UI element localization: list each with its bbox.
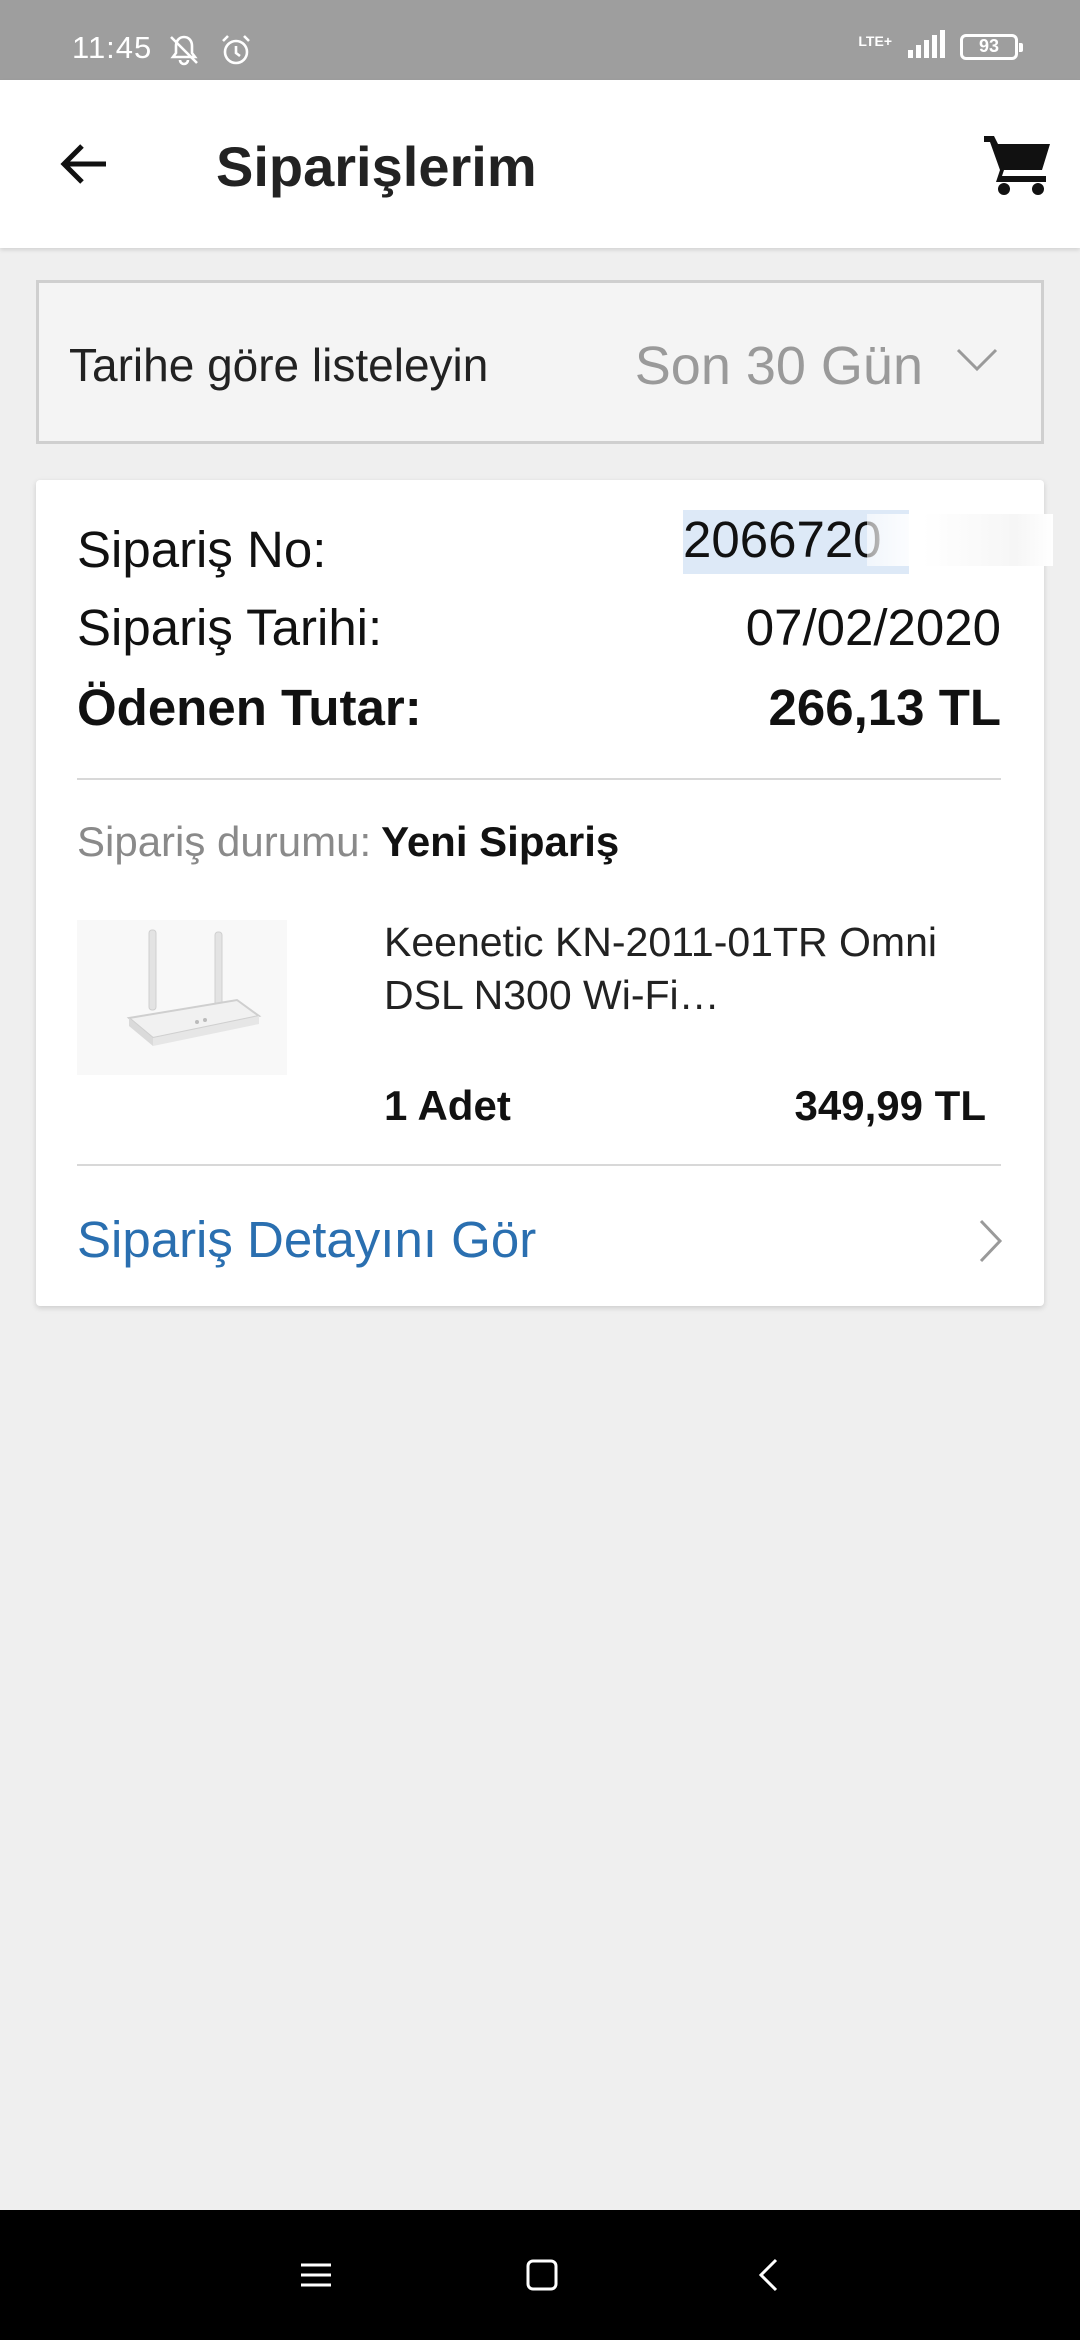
signal-icon <box>906 30 946 63</box>
order-date-row: Sipariş Tarihi: 07/02/2020 <box>77 598 1001 668</box>
back-button[interactable] <box>48 128 120 200</box>
date-filter-dropdown[interactable]: Tarihe göre listeleyin Son 30 Gün <box>36 280 1044 444</box>
menu-icon <box>301 2263 331 2287</box>
status-bar: 11:45 LTE+ 93 <box>0 0 1080 80</box>
order-number-row: Sipariş No: 2066720 <box>77 510 1053 590</box>
view-order-detail-link[interactable]: Sipariş Detayını Gör <box>36 1166 1044 1306</box>
order-status-value: Yeni Sipariş <box>381 818 620 865</box>
filter-label: Tarihe göre listeleyin <box>69 339 489 391</box>
view-order-detail-label: Sipariş Detayını Gör <box>77 1211 537 1268</box>
chevron-right-icon <box>979 1219 1003 1263</box>
order-number-redaction <box>867 514 1053 566</box>
status-icons-left <box>166 32 254 73</box>
network-type: LTE+ <box>858 32 892 49</box>
page-title: Siparişlerim <box>216 135 537 198</box>
order-card: Sipariş No: 2066720 Sipariş Tarihi: 07/0… <box>36 480 1053 1306</box>
status-icons-right: LTE+ 93 <box>858 30 1023 63</box>
order-status: Sipariş durumu: Yeni Sipariş <box>77 818 619 866</box>
chevron-left-icon <box>758 2258 778 2292</box>
home-button[interactable] <box>512 2245 572 2305</box>
back-nav-button[interactable] <box>738 2245 798 2305</box>
cart-icon <box>984 136 1050 195</box>
paid-amount-value: 266,13 TL <box>768 679 1001 736</box>
app-bar: Siparişlerim <box>0 80 1080 248</box>
product-image[interactable] <box>77 920 287 1075</box>
paid-amount-label: Ödenen Tutar: <box>77 679 422 736</box>
system-nav-bar <box>0 2210 1080 2340</box>
notifications-muted-icon <box>166 32 202 73</box>
chevron-down-icon <box>956 348 998 372</box>
square-icon <box>526 2259 558 2291</box>
alarm-icon <box>218 32 254 73</box>
filter-selected-value: Son 30 Gün <box>634 336 923 396</box>
order-number-label: Sipariş No: <box>77 521 327 578</box>
order-date-value: 07/02/2020 <box>745 599 1001 656</box>
product-name[interactable]: Keenetic KN-2011-01TR Omni DSL N300 Wi-F… <box>384 916 984 1022</box>
battery-level: 93 <box>978 36 1000 56</box>
order-date-label: Sipariş Tarihi: <box>77 599 383 656</box>
recent-apps-button[interactable] <box>286 2245 346 2305</box>
battery-icon: 93 <box>960 33 1023 60</box>
cart-button[interactable] <box>980 126 1056 202</box>
status-time: 11:45 <box>72 30 153 65</box>
divider <box>77 778 1001 780</box>
arrow-left-icon <box>60 144 106 184</box>
product-price: 349,99 TL <box>794 1082 986 1129</box>
order-number-value: 2066720 <box>683 511 882 568</box>
product-quantity: 1 Adet <box>384 1082 511 1129</box>
router-image <box>126 929 262 1046</box>
paid-amount-row: Ödenen Tutar: 266,13 TL <box>77 678 1001 748</box>
order-status-label: Sipariş durumu: <box>77 818 372 865</box>
